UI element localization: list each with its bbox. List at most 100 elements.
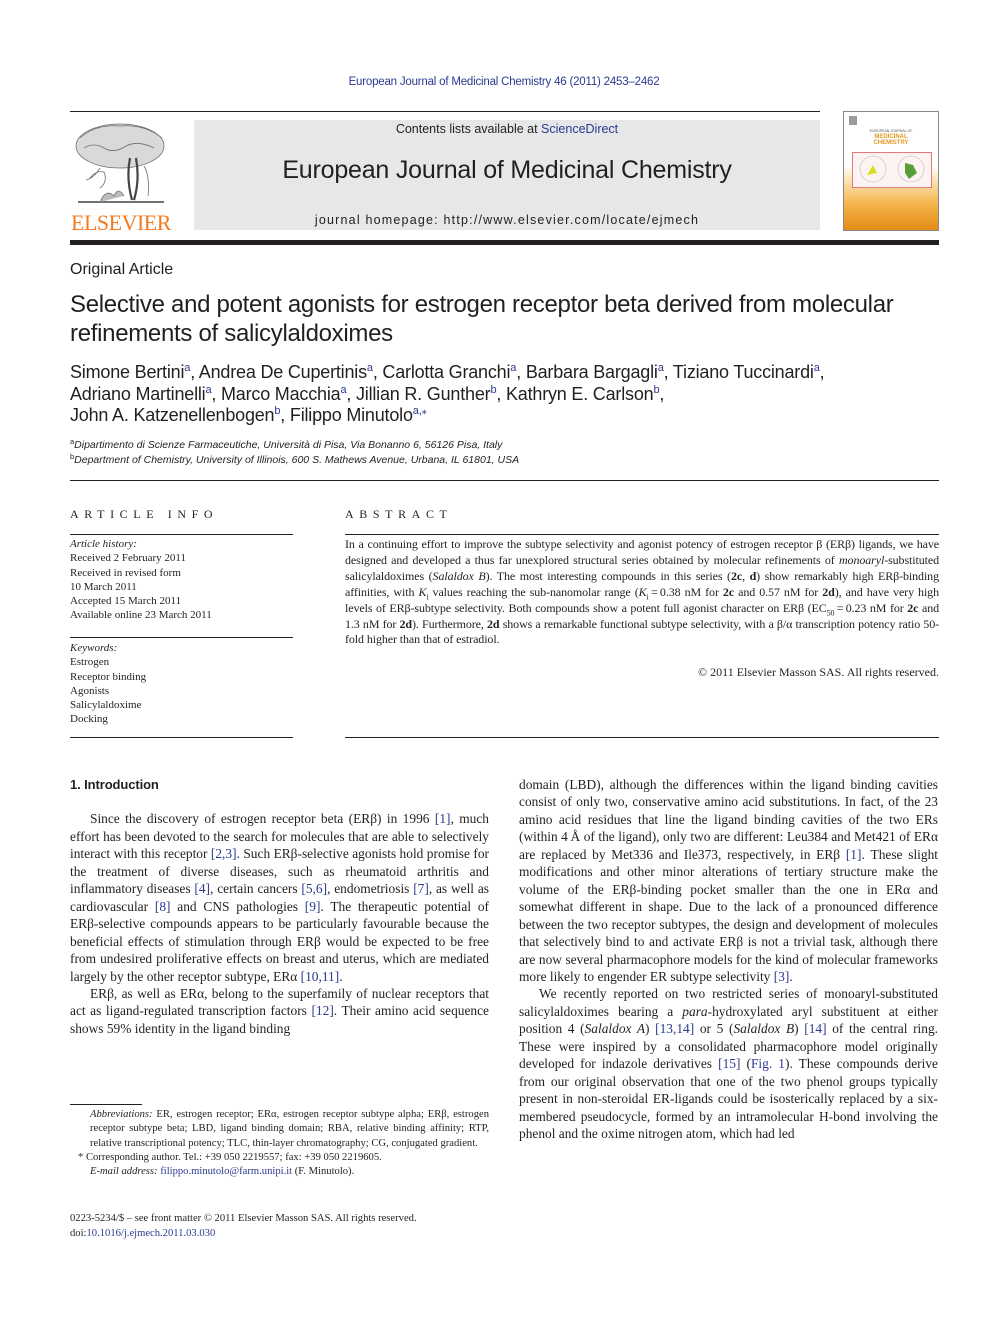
citation-link[interactable]: [1]	[435, 811, 451, 826]
elsevier-wordmark: ELSEVIER	[71, 210, 171, 235]
body-column-left: 1. Introduction Since the discovery of e…	[70, 776, 489, 1037]
author-name: Adriano Martinelli	[70, 383, 206, 404]
affiliation-marker[interactable]: a,⁎	[413, 405, 427, 417]
body-paragraph: We recently reported on two restricted s…	[519, 985, 938, 1142]
header-rule	[70, 111, 820, 112]
citation-link[interactable]: [10,11]	[301, 969, 340, 984]
article-info-rule	[70, 737, 293, 738]
contents-line: Contents lists available at ScienceDirec…	[194, 122, 820, 136]
article-info-heading: ARTICLE INFO	[70, 507, 219, 521]
abstract-text: In a continuing effort to improve the su…	[345, 537, 939, 648]
article-type: Original Article	[70, 261, 174, 278]
elsevier-logo[interactable]: ELSEVIER	[70, 118, 172, 236]
affiliation-marker[interactable]: a	[510, 362, 516, 374]
journal-name: European Journal of Medicinal Chemistry	[282, 156, 732, 184]
citation-link[interactable]: [15]	[718, 1056, 740, 1071]
italic-text: Salaldox B	[733, 1021, 795, 1037]
article-info-rule	[70, 637, 293, 638]
affiliation-marker[interactable]: b	[274, 405, 280, 417]
masthead-thick-rule	[70, 240, 939, 245]
text-run: , certain cancers	[210, 881, 302, 897]
citation-link[interactable]: Fig. 1	[751, 1056, 785, 1071]
elsevier-tree-icon	[70, 118, 170, 208]
affiliation-marker[interactable]: a	[340, 384, 346, 396]
history-entry: Received 2 February 2011	[70, 552, 186, 565]
citation-link[interactable]: [5,6]	[301, 881, 327, 896]
citation-link[interactable]: [7]	[413, 881, 429, 896]
article-history-list: Received 2 February 2011 Received in revi…	[70, 551, 212, 622]
text-run: ). Furthermore,	[412, 616, 488, 631]
citation-link[interactable]: [4]	[194, 881, 210, 896]
footnotes: Abbreviations: ER, estrogen receptor; ER…	[70, 1108, 489, 1179]
keywords: Keywords: Estrogen Receptor binding Agonis…	[70, 641, 146, 727]
article-history-label: Article history:	[70, 538, 137, 550]
front-matter: 0223-5234/$ – see front matter © 2011 El…	[70, 1212, 500, 1241]
doi-link[interactable]: 10.1016/j.ejmech.2011.03.030	[86, 1228, 215, 1239]
keyword: Agonists	[70, 684, 110, 697]
compound-label: 2c	[730, 568, 743, 583]
homepage-label: journal homepage:	[314, 213, 444, 227]
author-name: Carlotta Granchi	[382, 362, 511, 382]
abstract-rule	[345, 737, 939, 738]
body-paragraph: ERβ, as well as ERα, belong to the super…	[70, 985, 489, 1037]
affiliation-text: Department of Chemistry, University of I…	[74, 453, 520, 466]
citation-link[interactable]: [2,3]	[211, 846, 237, 861]
front-matter-copyright: 0223-5234/$ – see front matter © 2011 El…	[70, 1213, 417, 1224]
homepage-url[interactable]: http://www.elsevier.com/locate/ejmech	[444, 213, 700, 227]
affiliation: aDipartimento di Scienze Farmaceutiche, …	[70, 438, 519, 453]
affiliation-list: aDipartimento di Scienze Farmaceutiche, …	[70, 438, 519, 467]
affiliation-marker[interactable]: b	[653, 384, 659, 396]
text-run: and 0.57 nM for	[734, 584, 823, 599]
affiliation-text: Dipartimento di Scienze Farmaceutiche, U…	[74, 439, 503, 451]
text-run: ,	[742, 568, 750, 583]
article-history: Article history: Received 2 February 201…	[70, 537, 212, 623]
keyword-list: Estrogen Receptor binding Agonists Salicyla…	[70, 655, 146, 726]
author-name: Marco Macchia	[221, 383, 341, 404]
article-info-rule	[70, 534, 293, 535]
affiliation-marker[interactable]: a	[367, 362, 373, 374]
citation-link[interactable]: [1]	[846, 847, 862, 862]
doi-label: doi:	[70, 1227, 87, 1239]
cover-title-line-2: CHEMISTRY	[873, 140, 909, 146]
corresponding-author-footnote: * Corresponding author. Tel.: +39 050 22…	[78, 1151, 382, 1163]
author-name: Andrea De Cupertinis	[198, 362, 367, 382]
italic-text: Salaldox B	[432, 568, 486, 583]
citation-link[interactable]: [8]	[155, 899, 171, 914]
affiliation-marker[interactable]: a	[205, 384, 211, 396]
author-name: John A. Katzenellenbogen	[70, 405, 275, 425]
journal-cover-thumbnail[interactable]: EUROPEAN JOURNAL OF MEDICINAL CHEMISTRY	[843, 111, 939, 231]
affiliation-marker[interactable]: a	[814, 362, 820, 374]
author-name: Filippo Minutolo	[289, 405, 413, 425]
body-paragraph: domain (LBD), although the differences w…	[519, 776, 938, 985]
italic-text: Abbreviations:	[90, 1109, 153, 1120]
keyword: Receptor binding	[70, 670, 147, 683]
text-run: .	[789, 968, 793, 984]
history-entry: 10 March 2011	[70, 580, 137, 593]
keyword: Docking	[70, 713, 108, 726]
doi-line: doi:10.1016/j.ejmech.2011.03.030	[70, 1227, 500, 1242]
head-divider	[70, 480, 939, 481]
text-run: (	[740, 1056, 751, 1072]
italic-text: K	[638, 584, 647, 599]
running-header-citation[interactable]: European Journal of Medicinal Chemistry …	[0, 76, 992, 88]
abbreviations-footnote: Abbreviations: ER, estrogen receptor; ER…	[70, 1108, 489, 1151]
email-link[interactable]: filippo.minutolo@farm.unipi.it	[160, 1166, 292, 1177]
affiliation-marker[interactable]: a	[658, 362, 664, 374]
citation-link[interactable]: [13,14]	[655, 1021, 694, 1036]
article-title: Selective and potent agonists for estrog…	[70, 291, 894, 347]
citation-link[interactable]: [3]	[774, 969, 790, 984]
history-entry: Available online 23 March 2011	[70, 609, 212, 622]
section-heading-introduction: 1. Introduction	[70, 777, 159, 792]
citation-link[interactable]: [12]	[311, 1003, 333, 1018]
affiliation-marker[interactable]: a	[184, 362, 190, 374]
text-run: .	[339, 968, 343, 984]
contents-prefix: Contents lists available at	[395, 122, 542, 136]
author-name: Simone Bertini	[70, 362, 185, 382]
author-name: Barbara Bargagli	[525, 362, 658, 382]
citation-link[interactable]: [14]	[804, 1021, 826, 1036]
body-paragraph: Since the discovery of estrogen receptor…	[70, 810, 489, 985]
citation-link[interactable]: [9]	[305, 899, 321, 914]
affiliation-marker[interactable]: b	[490, 384, 496, 396]
author-list: Simone Bertinia, Andrea De Cupertinisa, …	[70, 362, 825, 425]
sciencedirect-link[interactable]: ScienceDirect	[541, 122, 618, 136]
